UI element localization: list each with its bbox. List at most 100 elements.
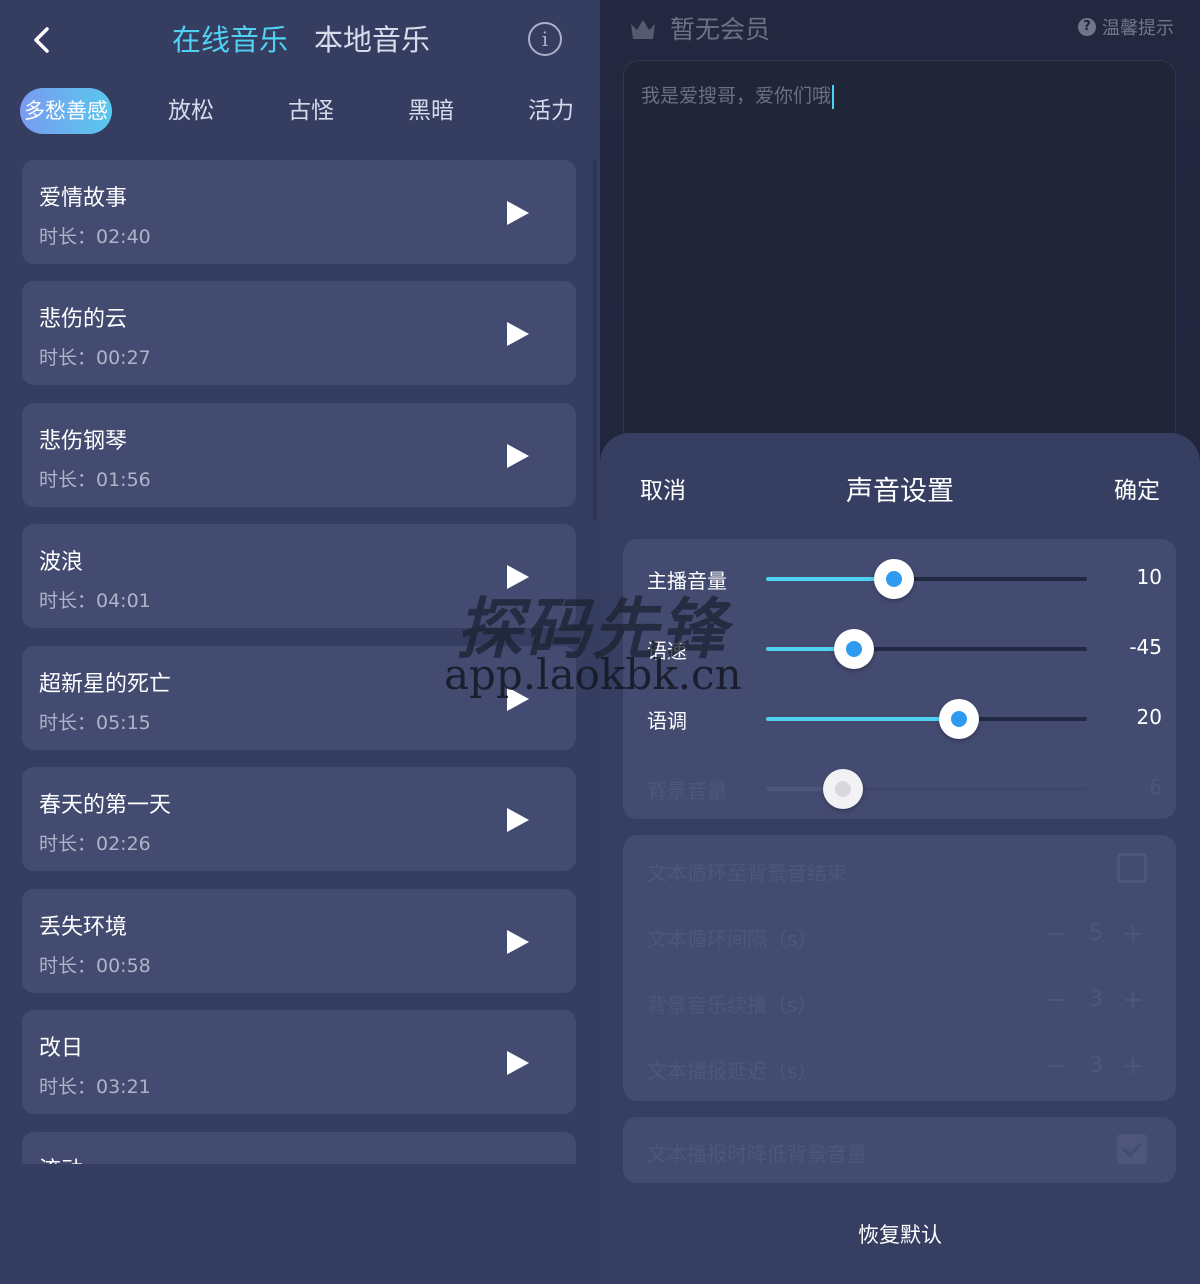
vip-status: 暂无会员	[670, 15, 771, 44]
song-title: 流动	[39, 1152, 83, 1164]
song-title: 丢失环境	[39, 915, 128, 940]
scrollbar[interactable]	[593, 160, 597, 520]
sound-settings-sheet: 取消 声音设置 确定 主播音量 10 语速 -45 语调 20 背景音量 6 文…	[600, 433, 1200, 1284]
stepper-value: 3	[1089, 987, 1103, 1012]
decrement-button[interactable]: −	[1043, 919, 1071, 949]
tip-button[interactable]: ? 温馨提示	[1078, 14, 1174, 40]
help-icon: ?	[1078, 18, 1096, 36]
increment-button[interactable]: +	[1119, 919, 1147, 949]
loop-to-bg-end-row: 文本循环至背景音结束	[623, 849, 1176, 889]
category-tab-energetic[interactable]: 活力	[528, 88, 574, 134]
song-card[interactable]: 春天的第一天 时长：02:26	[22, 767, 576, 871]
song-card[interactable]: 波浪 时长：04:01	[22, 524, 576, 628]
slider-card: 主播音量 10 语速 -45 语调 20 背景音量 6	[623, 539, 1176, 819]
play-icon[interactable]	[506, 929, 530, 955]
option-label: 背景音乐续播（s）	[647, 993, 818, 1017]
play-icon[interactable]	[506, 321, 530, 347]
slider-track[interactable]	[766, 699, 1087, 739]
loop-to-bg-end-checkbox[interactable]	[1117, 853, 1147, 883]
host-volume-slider[interactable]: 主播音量 10	[623, 559, 1176, 599]
song-title: 悲伤钢琴	[39, 429, 128, 454]
song-title: 悲伤的云	[39, 307, 128, 332]
play-icon[interactable]	[506, 807, 530, 833]
script-text: 我是爱搜哥，爱你们哦	[641, 81, 835, 109]
play-icon[interactable]	[506, 443, 530, 469]
tab-local-music[interactable]: 本地音乐	[314, 18, 430, 62]
increment-button[interactable]: +	[1119, 985, 1147, 1015]
slider-track[interactable]	[766, 559, 1087, 599]
category-tab-dark[interactable]: 黑暗	[408, 88, 454, 134]
song-duration: 时长：02:26	[39, 833, 151, 855]
option-label: 文本循环至背景音结束	[647, 861, 847, 885]
slider-value: 10	[1136, 565, 1162, 589]
song-card[interactable]: 超新星的死亡 时长：05:15	[22, 646, 576, 750]
chevron-left-icon	[34, 27, 49, 53]
bg-volume-slider[interactable]: 背景音量 6	[623, 769, 1176, 809]
song-duration: 时长：00:27	[39, 347, 151, 369]
song-title: 春天的第一天	[39, 793, 172, 818]
song-title: 超新星的死亡	[39, 672, 172, 697]
slider-fill	[766, 717, 959, 721]
confirm-button[interactable]: 确定	[1114, 471, 1160, 505]
slider-knob[interactable]	[834, 629, 875, 669]
stepper-value: 3	[1089, 1053, 1103, 1078]
slider-value: 6	[1149, 775, 1162, 799]
stepper-value: 5	[1089, 921, 1103, 946]
slider-track[interactable]	[766, 769, 1087, 809]
song-duration: 时长：02:40	[39, 226, 151, 248]
options-card: 文本循环至背景音结束 文本循环间隔（s） − 5 + 背景音乐续播（s） − 3…	[623, 835, 1176, 1101]
song-duration: 时长：04:01	[39, 590, 151, 612]
slider-knob[interactable]	[823, 769, 864, 809]
slider-label: 背景音量	[647, 779, 727, 803]
song-duration: 时长：03:21	[39, 1076, 151, 1098]
text-caret	[832, 84, 835, 109]
play-icon[interactable]	[506, 200, 530, 226]
option-label: 文本播报时降低背景音量	[647, 1142, 867, 1166]
bg-continue-row: 背景音乐续播（s） − 3 +	[623, 981, 1176, 1021]
song-duration: 时长：05:15	[39, 712, 151, 734]
slider-knob[interactable]	[874, 559, 915, 599]
song-duration: 时长：00:58	[39, 955, 151, 977]
song-card[interactable]: 悲伤的云 时长：00:27	[22, 281, 576, 385]
slider-track[interactable]	[766, 629, 1087, 669]
pitch-slider[interactable]: 语调 20	[623, 699, 1176, 739]
play-icon[interactable]	[506, 1050, 530, 1076]
category-tab-quirky[interactable]: 古怪	[288, 88, 334, 134]
increment-button[interactable]: +	[1119, 1051, 1147, 1081]
play-icon[interactable]	[506, 686, 530, 712]
slider-value: -45	[1129, 635, 1162, 659]
tab-online-music[interactable]: 在线音乐	[172, 18, 288, 62]
slider-knob[interactable]	[938, 699, 979, 739]
speech-rate-slider[interactable]: 语速 -45	[623, 629, 1176, 669]
song-title: 波浪	[39, 550, 84, 575]
lower-bg-volume-card: 文本播报时降低背景音量	[623, 1117, 1176, 1183]
option-label: 文本播报延迟（s）	[647, 1059, 818, 1083]
song-card[interactable]: 爱情故事 时长：02:40	[22, 160, 576, 264]
lower-bg-volume-row: 文本播报时降低背景音量	[623, 1130, 1176, 1170]
category-tab-relax[interactable]: 放松	[168, 88, 214, 134]
slider-label: 语调	[647, 709, 687, 733]
sheet-title: 声音设置	[846, 476, 954, 507]
slider-label: 语速	[647, 639, 687, 663]
info-icon[interactable]: i	[528, 22, 562, 56]
script-text-input[interactable]: 我是爱搜哥，爱你们哦	[623, 60, 1176, 480]
song-card[interactable]: 流动	[22, 1132, 576, 1164]
crown-icon	[631, 20, 655, 39]
song-title: 爱情故事	[39, 186, 128, 211]
song-card[interactable]: 改日 时长：03:21	[22, 1010, 576, 1114]
song-card[interactable]: 悲伤钢琴 时长：01:56	[22, 403, 576, 507]
tip-label: 温馨提示	[1102, 18, 1174, 39]
play-icon[interactable]	[506, 564, 530, 590]
lower-bg-volume-checkbox[interactable]	[1117, 1134, 1147, 1164]
back-button[interactable]	[22, 20, 62, 60]
slider-label: 主播音量	[647, 569, 727, 593]
decrement-button[interactable]: −	[1043, 985, 1071, 1015]
song-list: 爱情故事 时长：02:40 悲伤的云 时长：00:27 悲伤钢琴 时长：01:5…	[22, 160, 576, 1164]
slider-value: 20	[1136, 705, 1162, 729]
loop-interval-row: 文本循环间隔（s） − 5 +	[623, 915, 1176, 955]
song-card[interactable]: 丢失环境 时长：00:58	[22, 889, 576, 993]
restore-defaults-button[interactable]: 恢复默认	[600, 1219, 1200, 1249]
category-tab-sentimental[interactable]: 多愁善感	[20, 88, 112, 134]
music-panel: 在线音乐 本地音乐 i 多愁善感 放松 古怪 黑暗 活力 爱情故事 时长：02:…	[0, 0, 600, 1284]
decrement-button[interactable]: −	[1043, 1051, 1071, 1081]
